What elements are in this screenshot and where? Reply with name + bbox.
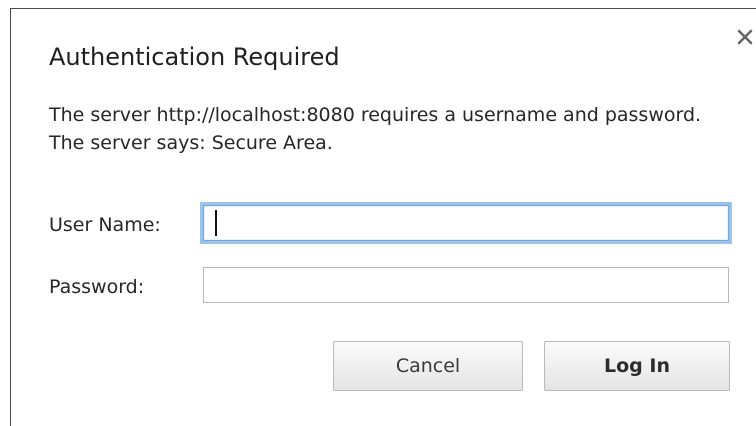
password-label: Password: — [49, 276, 145, 298]
username-input[interactable] — [203, 205, 729, 241]
auth-dialog: Authentication Required The server http:… — [10, 8, 756, 426]
dialog-title: Authentication Required — [49, 43, 340, 71]
login-button[interactable]: Log In — [544, 341, 730, 391]
close-button[interactable] — [733, 25, 756, 49]
password-input[interactable] — [203, 267, 729, 303]
dialog-message: The server http://localhost:8080 require… — [49, 104, 702, 154]
cancel-button[interactable]: Cancel — [333, 341, 523, 391]
text-caret — [215, 210, 217, 236]
close-icon — [737, 29, 753, 45]
username-label: User Name: — [49, 214, 161, 236]
